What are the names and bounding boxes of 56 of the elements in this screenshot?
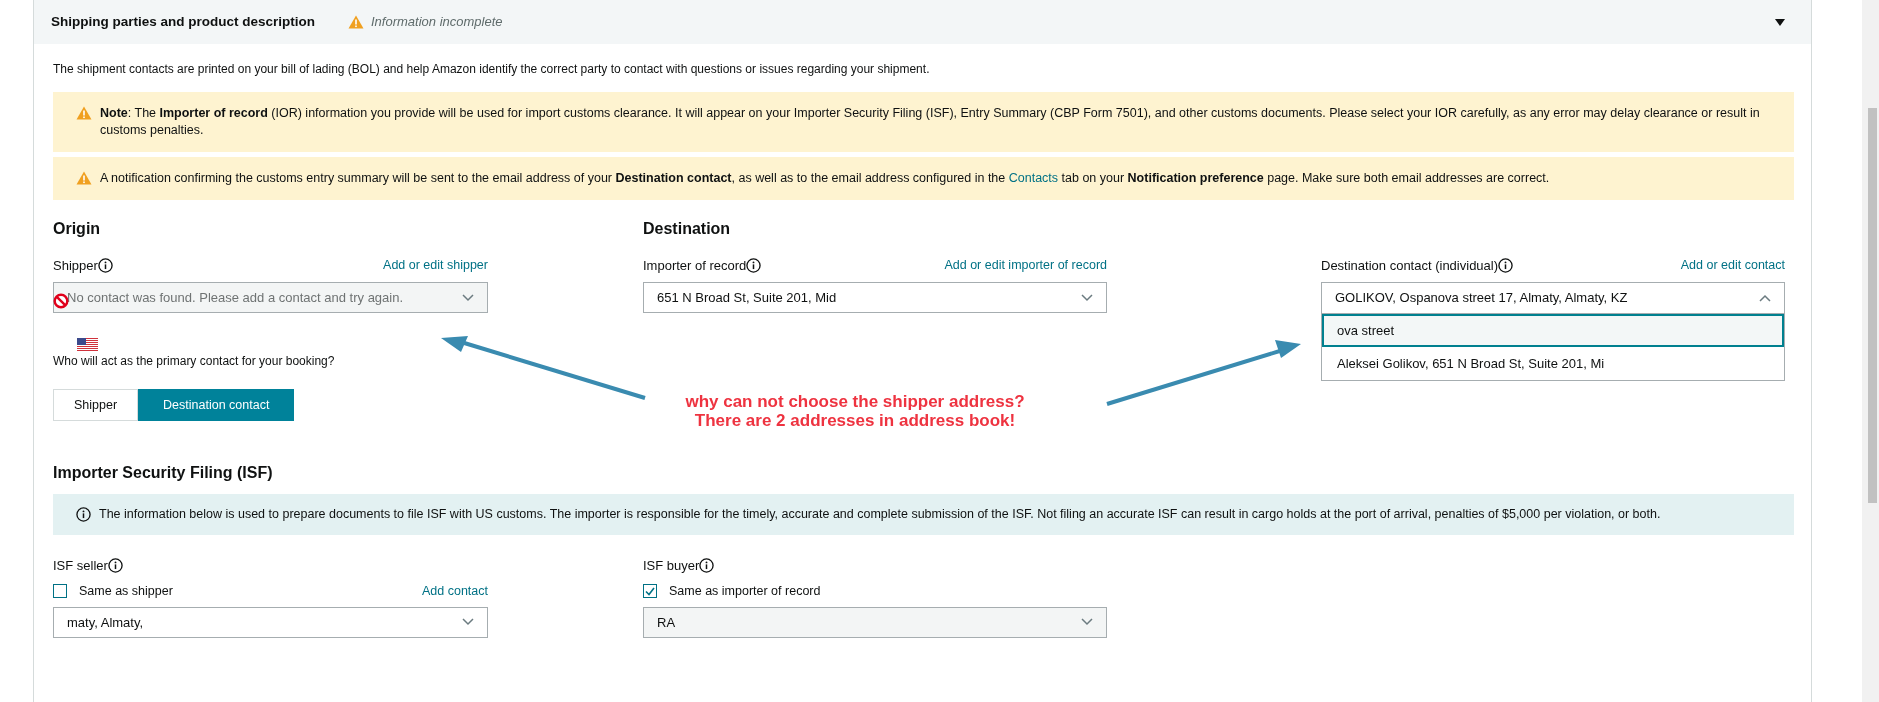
chevron-down-icon: [1081, 293, 1093, 302]
info-icon[interactable]: [97, 257, 113, 273]
chevron-down-icon: [462, 293, 474, 302]
section-heading: Destination: [643, 219, 732, 239]
dropdown-option[interactable]: ova street: [1322, 314, 1784, 347]
checkbox-label: Same as shipper: [79, 583, 173, 600]
contacts-link[interactable]: Contacts: [1008, 171, 1059, 185]
info-icon[interactable]: [76, 507, 91, 522]
status-text: Information incomplete: [371, 13, 503, 32]
field-label: Importer of record: [643, 256, 747, 275]
warning-icon: [76, 106, 92, 120]
annotation-text: why can not choose the shipper address?: [685, 392, 1025, 411]
toggle-option[interactable]: Shipper: [53, 389, 139, 421]
chevron-down-icon: [1081, 618, 1093, 627]
scrollbar-thumb[interactable]: [1868, 108, 1877, 503]
collapse-caret-icon[interactable]: [1775, 18, 1785, 26]
section-heading: Origin: [53, 219, 102, 239]
chevron-up-icon: [1759, 294, 1771, 302]
checkbox-label: Same as importer of record: [669, 583, 821, 600]
warning-icon: [348, 15, 364, 29]
toggle-option[interactable]: Destination contact: [138, 389, 295, 421]
warning-icon: [76, 171, 92, 185]
field-value: GOLIKOV, Ospanova street 17, Almaty, Almaty, KZ: [1335, 289, 1628, 308]
chevron-down-icon: [462, 618, 474, 627]
section-heading: Importer Security Filing (ISF): [53, 463, 274, 483]
add-edit-link[interactable]: Add or edit importer of record: [944, 256, 1107, 275]
flag-icon: [77, 338, 98, 351]
info-text: The information below is used to prepare documents to file ISF with US customs. The importer is responsible for the timely, accurate and complete submission of the ISF. Not filing an accurate ISF can result in cargo holds at the port of arrival, penalties of $5,000 per violation, or both.: [99, 506, 1661, 523]
field-value: 651 N Broad St, Suite 201, Mid: [657, 288, 837, 307]
section-header[interactable]: Shipping parties and product description Information incomplete: [34, 0, 1811, 44]
info-icon[interactable]: [107, 557, 123, 573]
question-text: Who will act as the primary contact for your booking?: [53, 353, 336, 370]
warning-text: Note: The Importer of record (IOR) information you provide will be used for import customs clearance. It will appear on your Importer Security Filing (ISF), Entry Summary (CBP Form 7501), and other customs documents. Please select your IOR carefully, as any error may delay clearance or result in customs penalties.: [100, 105, 1761, 139]
info-icon[interactable]: [699, 557, 715, 573]
select-field[interactable]: GOLIKOV, Ospanova street 17, Almaty, Almaty, KZ: [1321, 282, 1785, 313]
field-label: Destination contact (individual): [1321, 256, 1499, 275]
select-field[interactable]: maty, Almaty,: [53, 606, 488, 638]
section-title: Shipping parties and product description: [51, 12, 316, 31]
not-allowed-cursor-icon: [53, 293, 69, 309]
field-label: Shipper: [53, 256, 98, 275]
checkbox[interactable]: [53, 584, 67, 599]
warning-text: A notification confirming the customs entry summary will be sent to the email address of your Destination contact, as well as to the email address configured in the Contacts tab on your Notification preference page. Make sure both email addresses are correct.: [100, 170, 1550, 187]
add-edit-link[interactable]: Add or edit contact: [1680, 256, 1785, 275]
annotation-text: There are 2 addresses in address book!: [694, 411, 1016, 430]
dropdown-option[interactable]: Aleksei Golikov, 651 N Broad St, Suite 201, Mi: [1322, 347, 1784, 380]
check-icon: [645, 586, 655, 596]
select-field[interactable]: 651 N Broad St, Suite 201, Mid: [643, 282, 1107, 313]
info-icon[interactable]: [1498, 257, 1514, 273]
field-label: ISF seller: [53, 556, 108, 575]
field-placeholder: No contact was found. Please add a contact and try again.: [67, 288, 404, 307]
field-value: RA: [657, 613, 676, 632]
field-label: ISF buyer: [643, 556, 700, 575]
intro-text: The shipment contacts are printed on your bill of lading (BOL) and help Amazon identify the correct party to contact with questions or issues regarding your shipment.: [53, 61, 931, 78]
info-icon[interactable]: [746, 257, 762, 273]
add-contact-link[interactable]: Add contact: [422, 582, 488, 601]
field-value: maty, Almaty,: [67, 613, 144, 632]
